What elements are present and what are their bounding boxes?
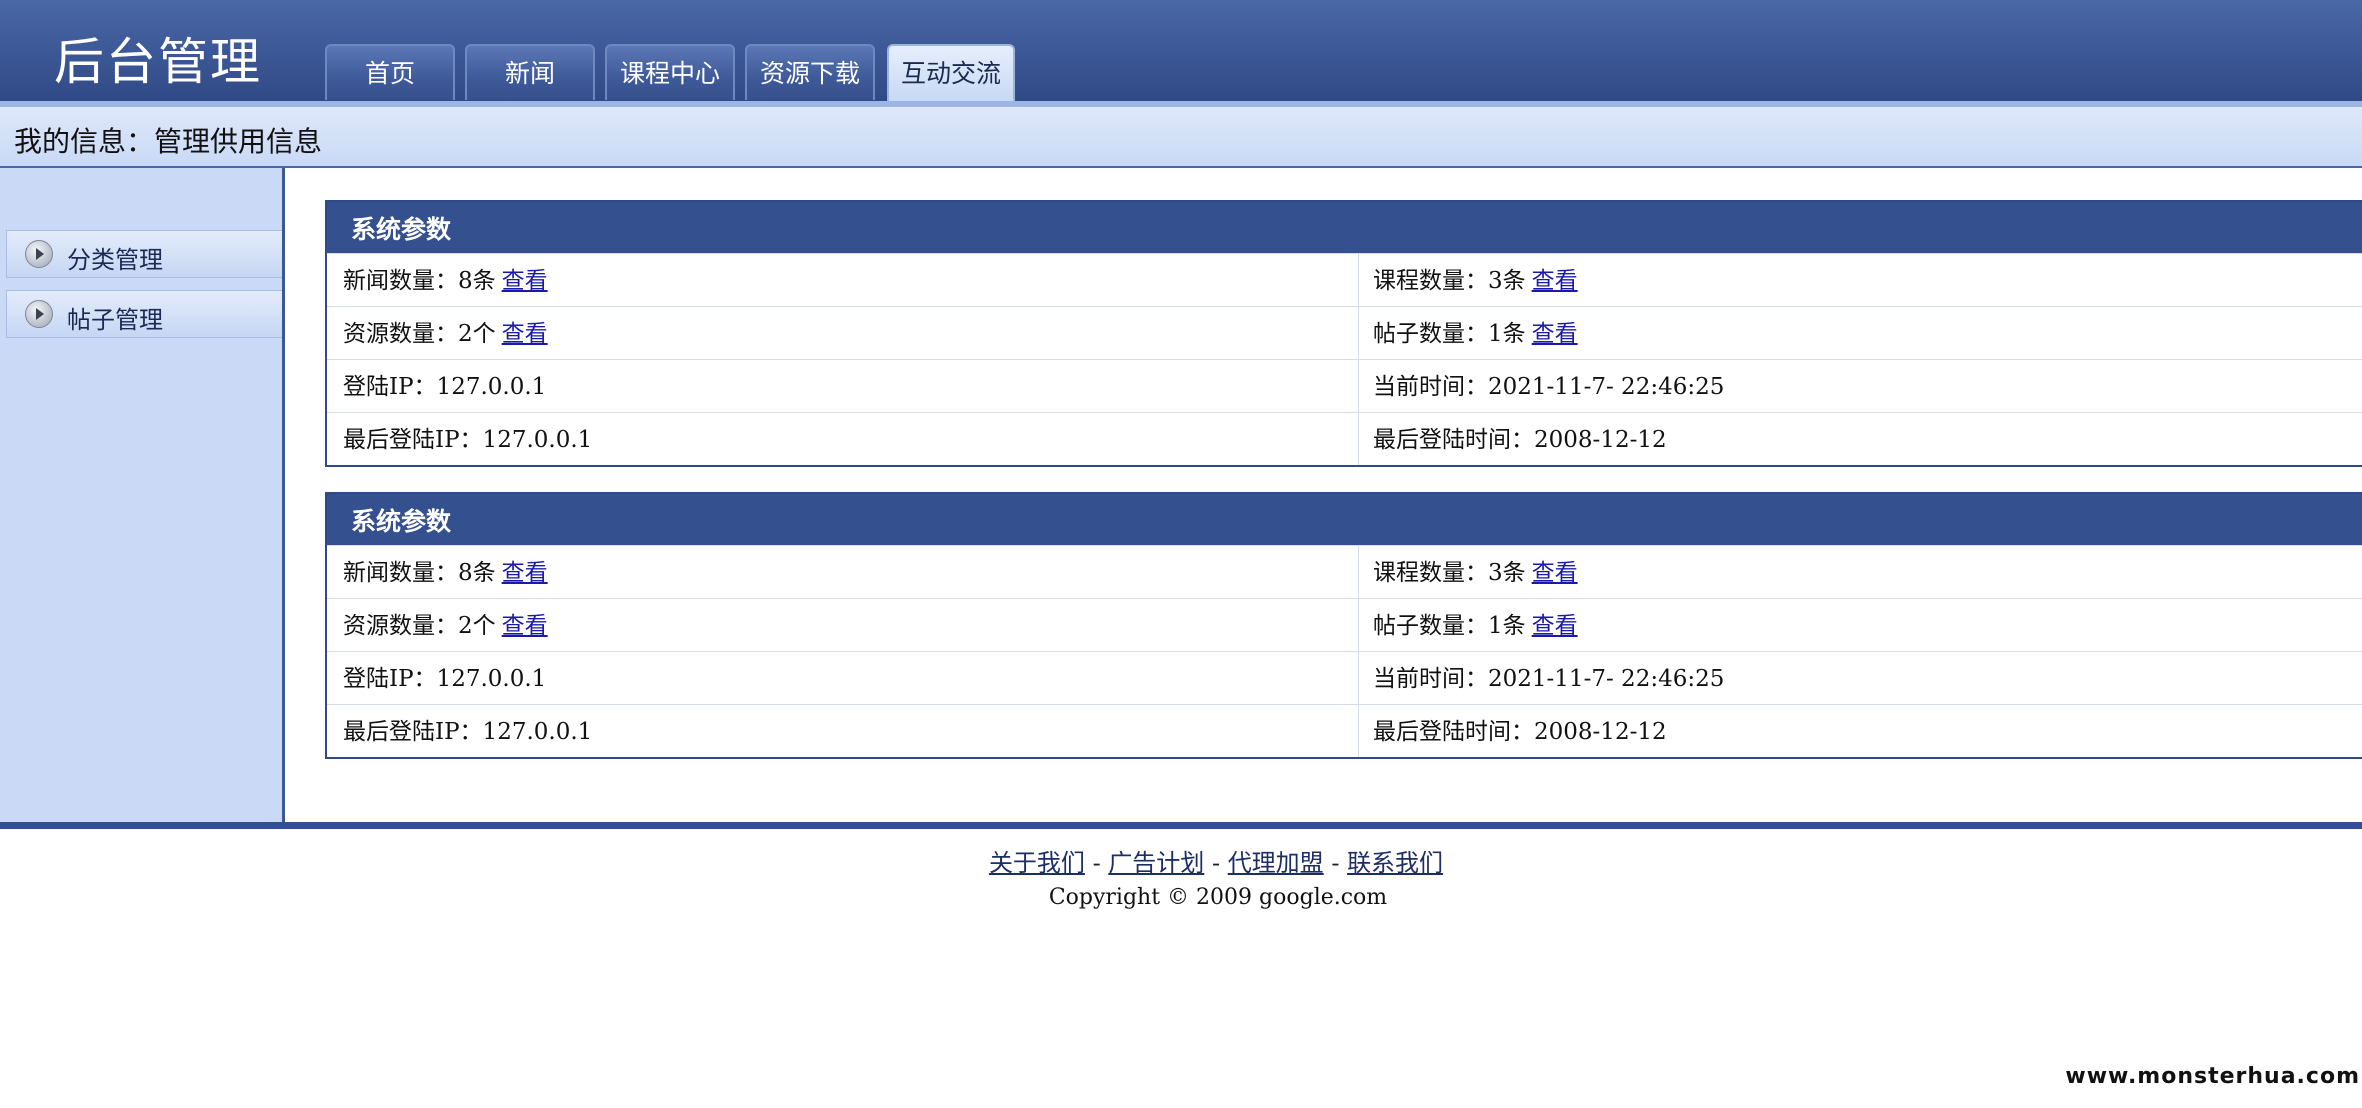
view-courses-link[interactable]: 查看	[1532, 268, 1578, 294]
view-courses-link[interactable]: 查看	[1532, 560, 1578, 586]
view-posts-link[interactable]: 查看	[1532, 321, 1578, 347]
post-count-text: 帖子数量：1条	[1373, 321, 1526, 347]
footer-link-about[interactable]: 关于我们	[989, 849, 1085, 877]
post-count-text: 帖子数量：1条	[1373, 613, 1526, 639]
table-row: 新闻数量：8条 查看 课程数量：3条 查看	[327, 545, 2362, 598]
table-row: 登陆IP：127.0.0.1 当前时间：2021-11-7- 22:46:25	[327, 651, 2362, 704]
resource-count-text: 资源数量：2个	[343, 321, 496, 347]
course-count-text: 课程数量：3条	[1373, 268, 1526, 294]
view-resources-link[interactable]: 查看	[502, 321, 548, 347]
post-count: 帖子数量：1条 查看	[1373, 307, 1578, 359]
course-count: 课程数量：3条 查看	[1373, 254, 1578, 306]
column-divider	[1358, 360, 1359, 412]
table-row: 资源数量：2个 查看 帖子数量：1条 查看	[327, 306, 2362, 359]
column-divider	[1358, 254, 1359, 306]
view-news-link[interactable]: 查看	[502, 268, 548, 294]
last-login-ip: 最后登陆IP：127.0.0.1	[343, 719, 593, 745]
course-count: 课程数量：3条 查看	[1373, 546, 1578, 598]
site-title: 后台管理	[54, 33, 262, 91]
table-row: 新闻数量：8条 查看 课程数量：3条 查看	[327, 253, 2362, 306]
sidebar-item-label: 帖子管理	[67, 306, 163, 334]
resource-count: 资源数量：2个 查看	[343, 307, 548, 359]
tab-courses[interactable]: 课程中心	[605, 44, 735, 100]
tab-interaction[interactable]: 互动交流	[887, 44, 1015, 101]
panel-title: 系统参数	[327, 494, 2362, 545]
column-divider	[1358, 307, 1359, 359]
last-login-ip: 最后登陆IP：127.0.0.1	[343, 427, 593, 453]
watermark: www.monsterhua.com	[2065, 1064, 2360, 1089]
sidebar-item-posts[interactable]: 帖子管理	[6, 290, 282, 338]
column-divider	[1358, 652, 1359, 704]
view-posts-link[interactable]: 查看	[1532, 613, 1578, 639]
info-bar-text: 我的信息：管理供用信息	[14, 125, 323, 158]
login-ip: 登陆IP：127.0.0.1	[343, 666, 547, 692]
sidebar-item-category[interactable]: 分类管理	[6, 230, 282, 278]
view-news-link[interactable]: 查看	[502, 560, 548, 586]
table-row: 资源数量：2个 查看 帖子数量：1条 查看	[327, 598, 2362, 651]
sidebar-item-label: 分类管理	[67, 246, 163, 274]
arrow-right-circle-icon	[25, 300, 53, 328]
arrow-right-circle-icon	[25, 240, 53, 268]
copyright: Copyright © 2009 google.com	[1048, 885, 1388, 910]
news-count: 新闻数量：8条 查看	[343, 546, 548, 598]
footer-link-agency[interactable]: 代理加盟	[1228, 849, 1324, 877]
column-divider	[1358, 413, 1359, 465]
last-login-time: 最后登陆时间：2008-12-12	[1373, 719, 1667, 745]
sidebar: 分类管理 帖子管理	[0, 168, 285, 822]
news-count-text: 新闻数量：8条	[343, 268, 496, 294]
system-params-panel: 系统参数 新闻数量：8条 查看 课程数量：3条 查看 资源数量：2个 查看 帖子数量：…	[325, 492, 2362, 759]
post-count: 帖子数量：1条 查看	[1373, 599, 1578, 651]
current-time: 当前时间：2021-11-7- 22:46:25	[1373, 666, 1725, 692]
tab-news[interactable]: 新闻	[465, 44, 595, 100]
panel-title: 系统参数	[327, 202, 2362, 253]
footer-separator: -	[1204, 849, 1228, 877]
news-count-text: 新闻数量：8条	[343, 560, 496, 586]
footer-links: 关于我们 - 广告计划 - 代理加盟 - 联系我们	[0, 843, 2362, 878]
footer-link-ads[interactable]: 广告计划	[1108, 849, 1204, 877]
table-row: 登陆IP：127.0.0.1 当前时间：2021-11-7- 22:46:25	[327, 359, 2362, 412]
footer-separator: -	[1084, 849, 1109, 877]
system-params-panel: 系统参数 新闻数量：8条 查看 课程数量：3条 查看 资源数量：2个 查看 帖子数量：…	[325, 200, 2362, 467]
footer-separator: -	[1323, 849, 1348, 877]
table-row: 最后登陆IP：127.0.0.1 最后登陆时间：2008-12-12	[327, 412, 2362, 465]
resource-count-text: 资源数量：2个	[343, 613, 496, 639]
column-divider	[1358, 705, 1359, 757]
tab-downloads[interactable]: 资源下载	[745, 44, 875, 100]
current-time: 当前时间：2021-11-7- 22:46:25	[1373, 374, 1725, 400]
footer-bar	[0, 822, 2362, 829]
tab-home[interactable]: 首页	[325, 44, 455, 100]
header: 后台管理 首页 新闻 课程中心 资源下载 互动交流	[0, 0, 2362, 101]
view-resources-link[interactable]: 查看	[502, 613, 548, 639]
footer-link-contact[interactable]: 联系我们	[1347, 849, 1443, 877]
column-divider	[1358, 546, 1359, 598]
course-count-text: 课程数量：3条	[1373, 560, 1526, 586]
news-count: 新闻数量：8条 查看	[343, 254, 548, 306]
table-row: 最后登陆IP：127.0.0.1 最后登陆时间：2008-12-12	[327, 704, 2362, 757]
last-login-time: 最后登陆时间：2008-12-12	[1373, 427, 1667, 453]
resource-count: 资源数量：2个 查看	[343, 599, 548, 651]
column-divider	[1358, 599, 1359, 651]
login-ip: 登陆IP：127.0.0.1	[343, 374, 547, 400]
info-bar: 我的信息：管理供用信息	[0, 107, 2362, 168]
